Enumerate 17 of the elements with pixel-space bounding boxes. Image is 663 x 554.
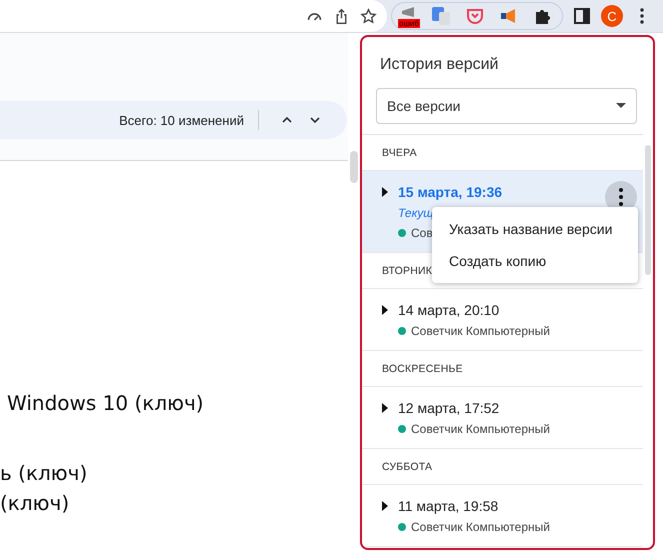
section-heading: ВОСКРЕСЕНЬЕ <box>362 351 643 387</box>
version-date: 15 марта, 19:36 <box>398 184 502 200</box>
document-text: ь (ключ) <box>0 461 88 485</box>
version-date: 14 марта, 20:10 <box>398 302 500 318</box>
version-label: Текущ <box>398 206 434 220</box>
author-name: Советчик Компьютерный <box>411 422 550 436</box>
author-name: Сов <box>411 226 433 240</box>
author-name: Советчик Компьютерный <box>411 324 550 338</box>
document-text: Windows 10 (ключ) <box>6 391 205 415</box>
version-date: 11 марта, 19:58 <box>398 498 498 514</box>
extension-badge: ошиб <box>398 19 420 28</box>
section-heading: СУББОТА <box>362 449 643 485</box>
panel-title: История версий <box>379 55 500 75</box>
version-date: 12 марта, 17:52 <box>398 400 500 416</box>
author-name: Советчик Компьютерный <box>411 520 550 534</box>
changes-count: Всего: 10 изменений <box>119 112 244 128</box>
document-text: (ключ) <box>0 491 70 515</box>
